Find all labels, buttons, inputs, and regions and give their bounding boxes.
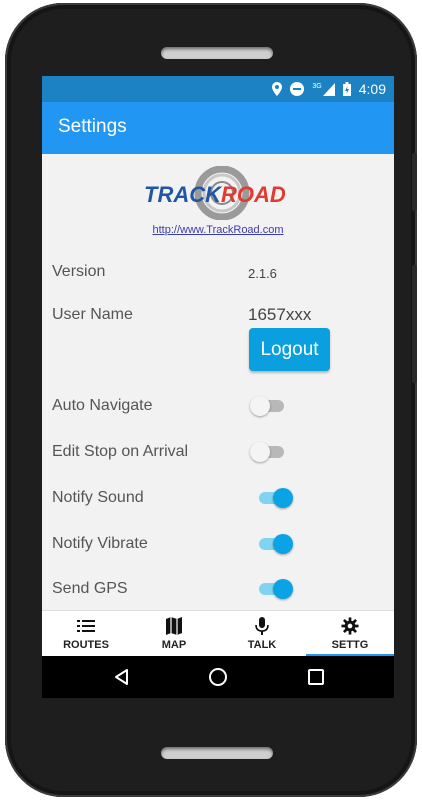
list-icon: [77, 620, 95, 632]
version-label: Version: [52, 263, 106, 280]
tab-routes-label: ROUTES: [63, 639, 109, 651]
network-type: 3G: [312, 82, 322, 90]
notify-sound-label: Notify Sound: [52, 489, 144, 506]
logo-track: TRACK: [144, 182, 223, 207]
tab-map-label: MAP: [161, 639, 187, 651]
bottom-tab-bar: ROUTES MAP TALK SETTG: [42, 610, 394, 657]
bottom-speaker: [161, 747, 273, 759]
tab-settings[interactable]: SETTG: [306, 611, 394, 657]
notify-vibrate-toggle[interactable]: [257, 534, 297, 554]
page-title: Settings: [58, 116, 127, 137]
tab-talk-label: TALK: [247, 639, 277, 651]
location-icon: [272, 82, 283, 96]
tab-talk[interactable]: TALK: [218, 611, 306, 657]
tab-routes[interactable]: ROUTES: [42, 611, 130, 657]
logout-button[interactable]: Logout: [249, 328, 330, 371]
website-link[interactable]: http://www.TrackRoad.com: [42, 224, 394, 236]
top-speaker: [161, 47, 273, 59]
battery-icon: [342, 82, 351, 96]
tab-settings-label: SETTG: [331, 639, 369, 651]
signal-icon: 3G: [312, 82, 335, 96]
gear-icon: [341, 617, 359, 635]
do-not-disturb-icon: [290, 82, 305, 96]
username-value: 1657xxx: [248, 305, 312, 324]
svg-text:TRACKROAD: TRACKROAD: [144, 182, 286, 207]
status-time: 4:09: [358, 81, 386, 97]
microphone-icon: [255, 617, 269, 635]
edit-stop-label: Edit Stop on Arrival: [52, 443, 189, 460]
version-value: 2.1.6: [248, 266, 277, 281]
recents-icon[interactable]: [306, 667, 326, 687]
power-button: [412, 153, 417, 211]
trackroad-logo: TRACKROAD: [144, 166, 286, 220]
phone-frame: 3G 4:09 Settings TRACKROAD http://www.Tr…: [5, 3, 417, 797]
back-icon[interactable]: [112, 667, 132, 687]
edit-stop-toggle[interactable]: [250, 442, 290, 462]
android-nav-bar: [42, 656, 394, 698]
auto-navigate-label: Auto Navigate: [52, 397, 153, 414]
tab-map[interactable]: MAP: [130, 611, 218, 657]
send-gps-label: Send GPS: [52, 580, 128, 597]
volume-button: [412, 265, 417, 383]
notify-vibrate-label: Notify Vibrate: [52, 535, 148, 552]
map-icon: [166, 617, 182, 635]
home-icon[interactable]: [208, 667, 228, 687]
logo-road: ROAD: [221, 182, 286, 207]
screen: 3G 4:09 Settings TRACKROAD http://www.Tr…: [42, 76, 394, 698]
status-bar: 3G 4:09: [42, 76, 394, 102]
send-gps-toggle[interactable]: [257, 579, 297, 599]
username-label: User Name: [52, 306, 133, 323]
settings-content[interactable]: TRACKROAD http://www.TrackRoad.com Versi…: [42, 154, 394, 610]
notify-sound-toggle[interactable]: [257, 488, 297, 508]
auto-navigate-toggle[interactable]: [250, 396, 290, 416]
app-bar: Settings: [42, 102, 394, 154]
